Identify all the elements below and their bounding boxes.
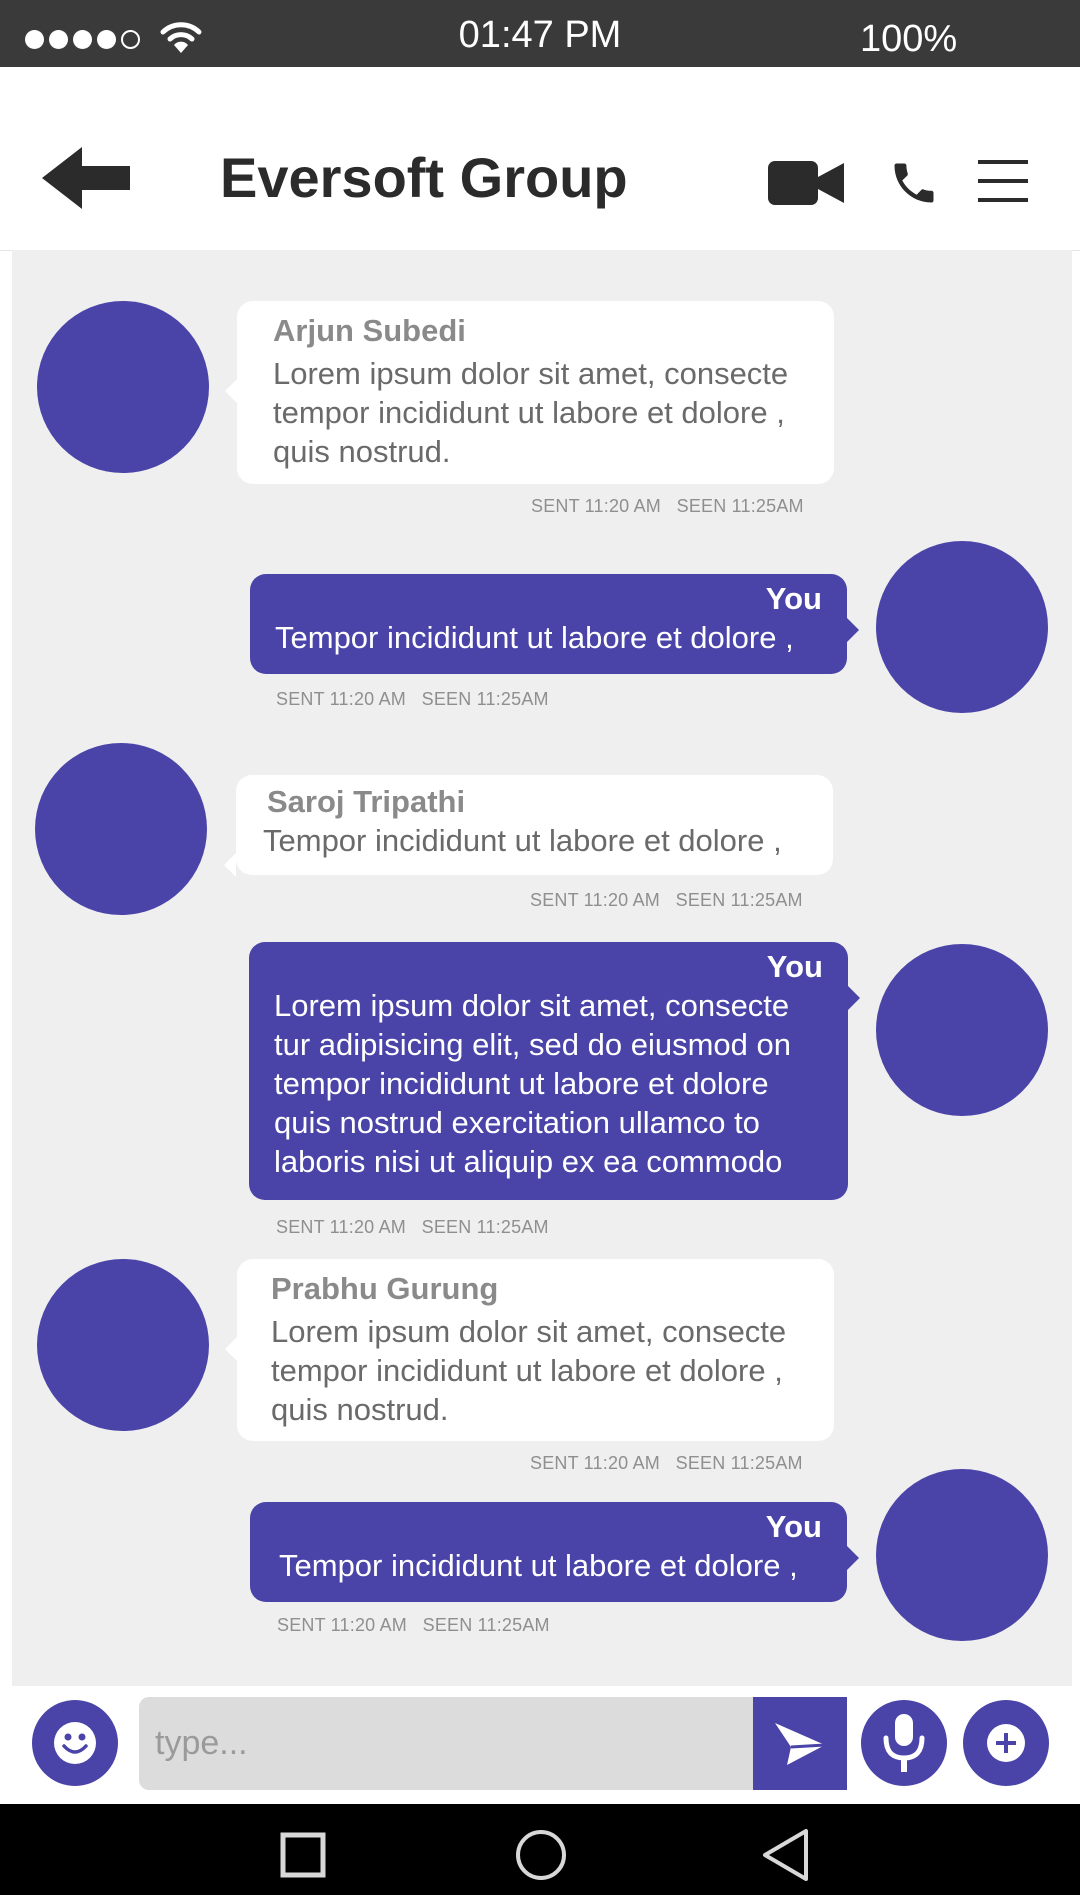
sent-time: SENT 11:20 AM: [276, 1217, 406, 1237]
sender-name: Saroj Tripathi: [267, 784, 466, 819]
back-arrow-icon[interactable]: [42, 147, 130, 209]
message-text: Tempor incididunt ut labore et dolore ,: [263, 823, 782, 858]
battery-level: 100%: [860, 18, 958, 60]
phone-icon[interactable]: [888, 157, 940, 209]
smiley-icon: [54, 1722, 96, 1764]
sent-time: SENT 11:20 AM: [277, 1615, 407, 1635]
message-bubble-outgoing[interactable]: You Tempor incididunt ut labore et dolor…: [250, 1502, 859, 1602]
sender-name: You: [766, 949, 823, 984]
message-list[interactable]: Arjun Subedi Lorem ipsum dolor sit amet,…: [12, 250, 1072, 1686]
message-bubble-outgoing[interactable]: You Tempor incididunt ut labore et dolor…: [250, 574, 859, 674]
avatar[interactable]: [37, 301, 209, 473]
avatar[interactable]: [37, 1259, 209, 1431]
message-text: Lorem ipsum dolor sit amet, consecte tem…: [271, 1314, 787, 1427]
avatar[interactable]: [876, 944, 1048, 1116]
microphone-icon: [883, 1714, 925, 1772]
message-text: Tempor incididunt ut labore et dolore ,: [275, 620, 794, 655]
message-text: Lorem ipsum dolor sit amet, consecte tem…: [273, 356, 789, 469]
signal-dot: [73, 30, 92, 49]
message-bubble-outgoing[interactable]: You Lorem ipsum dolor sit amet, consecte…: [249, 942, 860, 1200]
avatar[interactable]: [35, 743, 207, 915]
message-meta: SENT 11:20 AM SEEN 11:25AM: [531, 496, 804, 517]
seen-time: SEEN 11:25AM: [421, 1217, 549, 1237]
video-camera-icon[interactable]: [768, 159, 844, 207]
add-attachment-button[interactable]: [963, 1700, 1049, 1786]
sent-time: SENT 11:20 AM: [530, 890, 660, 910]
page-title: Eversoft Group: [220, 146, 628, 209]
hamburger-menu-icon[interactable]: [978, 160, 1028, 202]
sender-name: Arjun Subedi: [273, 313, 466, 348]
emoji-button[interactable]: [32, 1700, 118, 1786]
seen-time: SEEN 11:25AM: [421, 689, 549, 709]
triangle-back-icon[interactable]: [760, 1828, 810, 1882]
message-input[interactable]: [139, 1697, 754, 1790]
sent-time: SENT 11:20 AM: [531, 496, 661, 516]
signal-dot: [25, 30, 44, 49]
status-bar: 01:47 PM 100%: [0, 0, 1080, 67]
sent-time: SENT 11:20 AM: [530, 1453, 660, 1473]
sender-name: You: [765, 581, 822, 616]
seen-time: SEEN 11:25AM: [675, 1453, 803, 1473]
signal-dot: [97, 30, 116, 49]
seen-time: SEEN 11:25AM: [675, 890, 803, 910]
sent-time: SENT 11:20 AM: [276, 689, 406, 709]
message-bubble-incoming[interactable]: Prabhu Gurung Lorem ipsum dolor sit amet…: [225, 1259, 834, 1441]
square-icon[interactable]: [280, 1832, 326, 1878]
message-meta: SENT 11:20 AM SEEN 11:25AM: [276, 1217, 549, 1238]
message-bubble-incoming[interactable]: Arjun Subedi Lorem ipsum dolor sit amet,…: [225, 301, 834, 484]
wifi-icon: [160, 22, 202, 53]
message-meta: SENT 11:20 AM SEEN 11:25AM: [530, 1453, 803, 1474]
message-text: Tempor incididunt ut labore et dolore ,: [279, 1548, 798, 1583]
send-icon: [775, 1723, 826, 1765]
message-meta: SENT 11:20 AM SEEN 11:25AM: [276, 689, 549, 710]
voice-button[interactable]: [861, 1700, 947, 1786]
message-meta: SENT 11:20 AM SEEN 11:25AM: [530, 890, 803, 911]
avatar[interactable]: [876, 541, 1048, 713]
plus-icon: [987, 1724, 1025, 1762]
send-button[interactable]: [753, 1697, 847, 1790]
sender-name: Prabhu Gurung: [271, 1271, 499, 1306]
status-time: 01:47 PM: [458, 14, 622, 56]
message-bubble-incoming[interactable]: Saroj Tripathi Tempor incididunt ut labo…: [224, 775, 833, 877]
circle-icon[interactable]: [515, 1829, 567, 1881]
chat-header: Eversoft Group: [0, 67, 1080, 251]
seen-time: SEEN 11:25AM: [422, 1615, 550, 1635]
signal-dot: [49, 30, 68, 49]
signal-dot-empty: [121, 30, 140, 49]
message-text: Lorem ipsum dolor sit amet, consecte tur…: [274, 988, 791, 1179]
seen-time: SEEN 11:25AM: [676, 496, 804, 516]
sender-name: You: [765, 1509, 822, 1544]
avatar[interactable]: [876, 1469, 1048, 1641]
message-meta: SENT 11:20 AM SEEN 11:25AM: [277, 1615, 550, 1636]
system-nav-bar: [0, 1804, 1080, 1895]
